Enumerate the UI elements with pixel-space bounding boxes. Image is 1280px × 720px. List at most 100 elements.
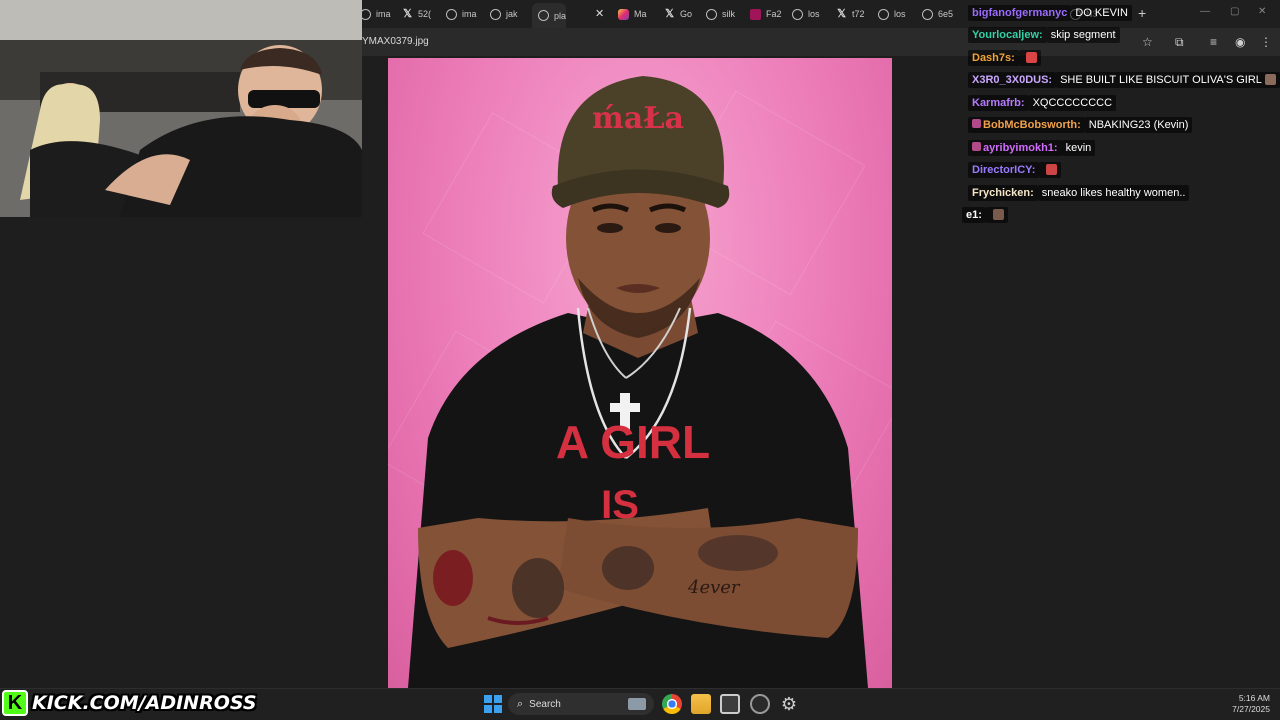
browser-tab[interactable]: los [792, 4, 820, 24]
chat-message: Karmafrb: XQCCCCCCCC [962, 94, 1117, 111]
google-icon [538, 10, 549, 21]
clock-time: 5:16 AM [1238, 693, 1270, 703]
browser-tab[interactable]: 𝕏t72 [836, 4, 865, 24]
chat-username[interactable]: Dash7s: [972, 52, 1015, 64]
hat-logo-text: ḿaŁa [592, 101, 684, 136]
browser-tab[interactable]: Fa2 [750, 4, 782, 24]
subscriber-badge-icon [972, 118, 981, 128]
chat-emote-icon [1046, 164, 1058, 176]
file-explorer-icon[interactable] [691, 694, 711, 714]
kick-watermark: K KICK.COM/ADINROSS [2, 688, 257, 718]
browser-tab-label: Ma [634, 9, 647, 19]
chat-username[interactable]: e1: [966, 209, 982, 221]
webcam-overlay [0, 0, 362, 217]
search-icon: ⌕ [517, 697, 524, 710]
close-tab-icon[interactable]: ✕ [595, 7, 604, 20]
media-controls-icon[interactable]: ≡ [1210, 36, 1217, 48]
displayed-photo: ḿaŁa A GIRL IS 4ever [388, 58, 892, 688]
browser-tab[interactable]: pla [532, 3, 567, 28]
browser-tab-label: los [894, 9, 906, 19]
instagram-icon [618, 8, 629, 20]
browser-tab[interactable]: jak [490, 4, 518, 24]
webcam-scene [0, 0, 362, 217]
browser-tab-label: silk [722, 9, 735, 19]
store-icon[interactable] [720, 694, 740, 714]
browser-tab-label: ima [376, 9, 391, 19]
browser-tab-label: t72 [852, 9, 865, 19]
chat-message: e1: [956, 206, 1008, 223]
chat-username[interactable]: Yourlocaljew: [972, 29, 1043, 41]
globe-icon [922, 8, 933, 20]
address-bar[interactable]: YMAX0379.jpg [362, 36, 429, 47]
chat-username[interactable]: BobMcBobsworth: [983, 119, 1081, 131]
chat-message-text: kevin [1065, 141, 1092, 154]
browser-tab[interactable]: 𝕏 52( [402, 4, 431, 24]
chat-message: ayribyimokh1: kevin [962, 139, 1096, 156]
minimize-icon[interactable]: — [1200, 6, 1210, 17]
chat-emote-icon [1025, 52, 1037, 64]
chat-username[interactable]: DirectorICY: [972, 164, 1035, 176]
browser-tab-label: los [808, 9, 820, 19]
reading-mode-icon[interactable]: ⧉ [1175, 36, 1184, 48]
person-illustration: ḿaŁa A GIRL IS 4ever [408, 76, 868, 688]
kick-icon [750, 8, 761, 20]
browser-tab-label: Fa2 [766, 9, 782, 19]
google-icon [792, 8, 803, 20]
chat-message-text: sneako likes healthy women.. [1041, 186, 1186, 199]
browser-tab[interactable]: ima [446, 4, 477, 24]
shirt-text-line1: A GIRL [556, 416, 710, 468]
chat-message: Frychicken: sneako likes healthy women.. [962, 184, 1190, 201]
x-icon: 𝕏 [665, 7, 674, 20]
settings-gear-icon[interactable]: ⚙ [779, 694, 799, 714]
browser-tab[interactable]: 6e5 [922, 4, 953, 24]
chat-emote-icon [992, 209, 1004, 221]
taskbar-search-input[interactable]: ⌕ Search [508, 693, 654, 715]
menu-icon[interactable]: ⋮ [1260, 36, 1272, 48]
chat-message: Dash7s: [962, 49, 1041, 66]
windows-start-icon[interactable] [483, 694, 503, 714]
kick-url-text: KICK.COM/ADINROSS [32, 692, 257, 714]
chat-message: X3R0_3X0DUS: SHE BUILT LIKE BISCUIT OLIVA… [962, 71, 1280, 88]
browser-tab[interactable]: silk [706, 4, 735, 24]
google-icon [490, 8, 501, 20]
chat-message-text: DO KEVIN [1075, 6, 1128, 19]
chat-message-text: SHE BUILT LIKE BISCUIT OLIVA'S GIRL [1060, 73, 1262, 86]
browser-tab-label: pla [554, 10, 567, 21]
x-icon: 𝕏 [403, 7, 412, 20]
tattoo-text: 4ever [687, 577, 741, 598]
maximize-icon[interactable]: ▢ [1230, 6, 1239, 17]
search-highlight-icon [628, 698, 646, 710]
browser-tab-label: 52( [418, 9, 432, 19]
browser-tab-label: Go [680, 9, 693, 19]
chat-username[interactable]: Karmafrb: [972, 97, 1025, 109]
chat-username[interactable]: bigfanofgermanyc [972, 7, 1067, 19]
chat-emote-icon [1264, 74, 1276, 86]
chrome-icon[interactable] [662, 694, 682, 714]
google-icon [706, 8, 717, 20]
search-label: Search [529, 698, 561, 710]
browser-tab-label: jak [506, 9, 518, 19]
google-icon [878, 8, 889, 20]
system-clock[interactable]: 5:16 AM 7/27/2025 [1224, 693, 1270, 715]
chat-username[interactable]: Frychicken: [972, 187, 1034, 199]
obs-icon[interactable] [750, 694, 770, 714]
profile-icon[interactable]: ◉ [1235, 36, 1245, 48]
new-tab-button[interactable]: + [1138, 5, 1146, 21]
browser-tab[interactable]: Ma [618, 4, 647, 24]
chat-username[interactable]: X3R0_3X0DUS: [972, 74, 1052, 86]
chat-message-text: skip segment [1050, 28, 1116, 41]
browser-tab[interactable]: ima [360, 4, 391, 24]
browser-tab-label: ima [462, 9, 477, 19]
kick-logo-icon: K [2, 690, 28, 716]
chat-message: bigfanofgermanyc DO KEVIN [962, 4, 1132, 21]
chat-message-text: XQCCCCCCCC [1032, 96, 1113, 109]
chat-username[interactable]: ayribyimokh1: [983, 142, 1058, 154]
browser-tab[interactable]: 𝕏 Go [664, 4, 692, 24]
subscriber-badge-icon [972, 141, 981, 151]
browser-tab-label: 6e5 [938, 9, 954, 19]
close-window-icon[interactable]: ✕ [1258, 6, 1266, 17]
browser-tab[interactable]: los [878, 4, 906, 24]
chat-message: Yourlocaljew: skip segment [962, 26, 1120, 43]
bookmark-star-icon[interactable]: ☆ [1142, 36, 1153, 48]
chat-message-text: NBAKING23 (Kevin) [1088, 118, 1189, 131]
